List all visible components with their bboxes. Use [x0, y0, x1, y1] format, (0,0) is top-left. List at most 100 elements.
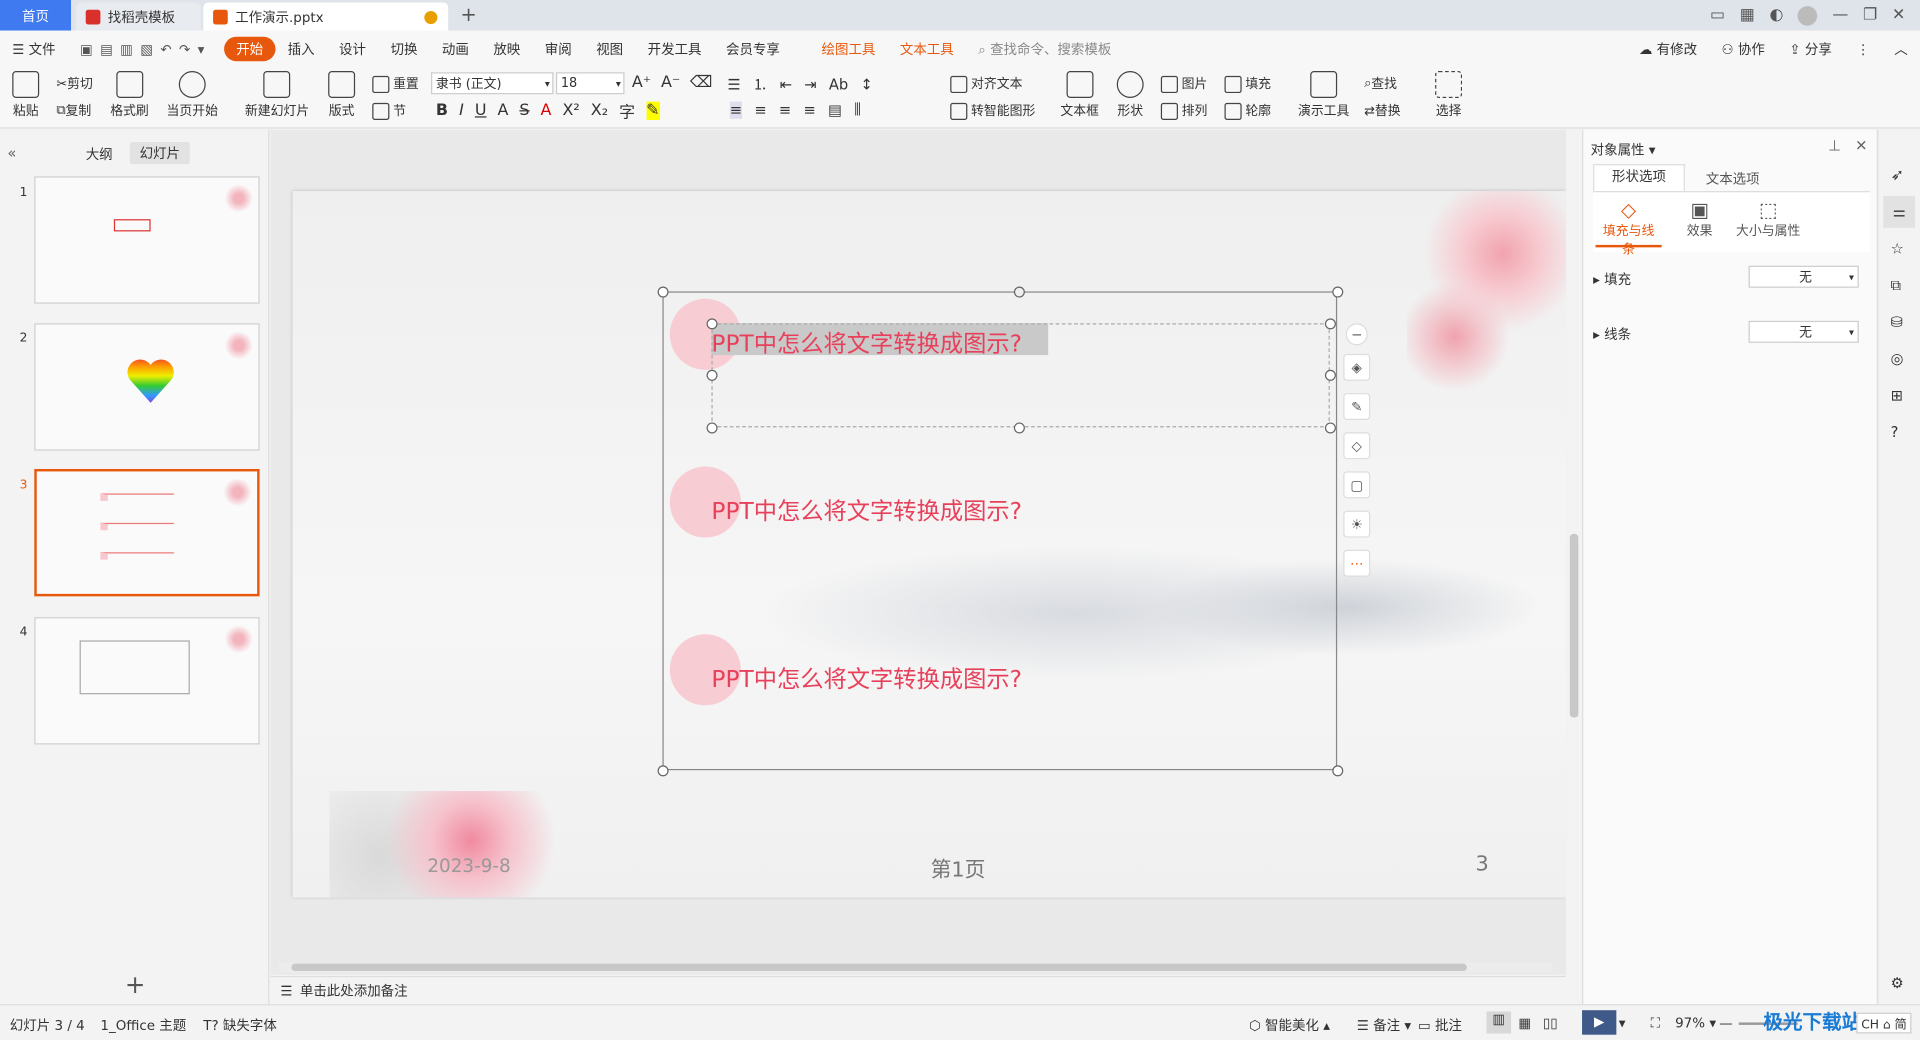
section-button[interactable]: 节 — [372, 102, 406, 120]
resize-handle[interactable] — [1324, 369, 1336, 381]
char-spacing-icon[interactable]: 字 — [619, 99, 635, 122]
subtab-fill-line[interactable]: ◇ 填充与线条 — [1598, 198, 1659, 258]
reading-view-icon[interactable]: ▯▯ — [1543, 1015, 1558, 1031]
collab-button[interactable]: ⚇ 协作 — [1709, 39, 1777, 59]
arrange-button[interactable]: 排列 — [1160, 102, 1207, 120]
find-button[interactable]: ⌕ 查找 — [1364, 75, 1397, 93]
more-options-icon[interactable]: ⋯ — [1343, 549, 1371, 577]
align-text-button[interactable]: 对齐文本 — [950, 75, 1022, 93]
help-icon[interactable]: ? — [1891, 424, 1899, 441]
menu-drawing-tools[interactable]: 绘图工具 — [809, 39, 887, 59]
fill-select[interactable]: 无 ▾ — [1748, 265, 1859, 288]
frame-icon[interactable]: ▢ — [1343, 471, 1371, 499]
resize-handle[interactable] — [1324, 318, 1336, 330]
slide-thumbnail-1[interactable] — [34, 176, 260, 304]
rocket-icon[interactable]: ➶ — [1891, 167, 1904, 185]
menu-animation[interactable]: 动画 — [430, 39, 481, 59]
menu-start[interactable]: 开始 — [223, 36, 276, 62]
new-slide-button[interactable]: 新建幻灯片 — [245, 71, 309, 120]
clear-format-icon[interactable]: ⌫ — [690, 73, 713, 91]
smart-beautify-button[interactable]: ⬡ 智能美化 ▴ — [1249, 1015, 1330, 1035]
outdent-icon[interactable]: ⇤ — [780, 75, 792, 92]
settings-icon[interactable]: ⚙ — [1891, 975, 1904, 992]
shadow-icon[interactable]: A — [497, 102, 508, 120]
command-search[interactable]: ⌕ 查找命令、搜索模板 — [966, 39, 1124, 59]
theme-name[interactable]: 1_Office 主题 — [100, 1015, 186, 1035]
layout-button[interactable]: 版式 — [328, 71, 356, 120]
restore-icon[interactable]: ❐ — [1863, 6, 1877, 24]
tab-template[interactable]: 找稻壳模板 — [75, 2, 201, 31]
resize-handle[interactable] — [1332, 286, 1344, 298]
play-from-current-button[interactable]: 当页开始 — [167, 71, 218, 120]
resize-handle[interactable] — [706, 318, 718, 330]
tab-shape-options[interactable]: 形状选项 — [1593, 164, 1685, 192]
notes-toggle-button[interactable]: ☰ 备注 ▾ — [1357, 1015, 1411, 1035]
column-icon[interactable]: ⫼ — [854, 100, 861, 118]
resize-handle[interactable] — [1324, 422, 1336, 434]
resize-handle[interactable] — [706, 422, 718, 434]
pen-icon[interactable]: ✎ — [1343, 393, 1371, 421]
cut-button[interactable]: ✂ 剪切 — [56, 75, 93, 93]
properties-icon[interactable]: ⚌ — [1883, 195, 1916, 228]
resize-handle[interactable] — [706, 369, 718, 381]
italic-icon[interactable]: I — [459, 102, 464, 120]
format-painter-button[interactable]: 格式刷 — [110, 71, 149, 120]
justify-icon[interactable]: ≡ — [804, 101, 816, 118]
tab-slides[interactable]: 幻灯片 — [129, 142, 190, 165]
fill-section[interactable]: ▸ 填充 — [1593, 269, 1631, 289]
outline-button[interactable]: 轮廓 — [1224, 102, 1271, 120]
modified-button[interactable]: ☁ 有修改 — [1627, 39, 1710, 59]
resize-handle[interactable] — [1332, 765, 1344, 777]
more-icon[interactable]: ⋮ — [1844, 41, 1882, 57]
font-color-icon[interactable]: A — [541, 102, 552, 120]
shrink-font-icon[interactable]: A⁻ — [661, 73, 680, 91]
vertical-scrollbar[interactable] — [1566, 129, 1583, 975]
menu-slideshow[interactable]: 放映 — [481, 39, 532, 59]
menu-text-tools[interactable]: 文本工具 — [888, 39, 966, 59]
missing-font-button[interactable]: T? 缺失字体 — [203, 1015, 277, 1035]
line-spacing-icon[interactable]: ↕ — [860, 75, 872, 92]
compass-icon[interactable]: ◎ — [1891, 350, 1904, 367]
menu-review[interactable]: 审阅 — [533, 39, 584, 59]
minimize-icon[interactable]: — — [1832, 6, 1848, 24]
bold-icon[interactable]: B — [436, 102, 448, 120]
comment-button[interactable]: ▭ 批注 — [1418, 1015, 1462, 1035]
menu-developer[interactable]: 开发工具 — [635, 39, 713, 59]
fit-window-icon[interactable]: ⛶ — [1651, 1015, 1660, 1032]
close-icon[interactable]: ✕ — [1892, 6, 1905, 24]
add-slide-button[interactable]: + — [125, 970, 146, 999]
menu-design[interactable]: 设计 — [327, 39, 378, 59]
pin-icon[interactable]: ⊥ — [1828, 137, 1841, 154]
collapse-pane-icon[interactable]: « — [7, 144, 16, 161]
menu-insert[interactable]: 插入 — [275, 39, 326, 59]
subtab-effect[interactable]: ▣ 效果 — [1681, 198, 1718, 240]
layers-icon[interactable]: ◈ — [1343, 353, 1371, 381]
select-button[interactable]: 选择 — [1435, 71, 1463, 120]
rotate-handle-icon[interactable] — [1013, 286, 1025, 298]
book-icon[interactable]: ⊞ — [1891, 387, 1903, 404]
grow-font-icon[interactable]: A⁺ — [632, 73, 651, 91]
distribute-icon[interactable]: ▤ — [828, 101, 842, 118]
highlight-icon[interactable]: ✎ — [646, 101, 660, 121]
play-options-icon[interactable]: ▾ — [1619, 1015, 1626, 1031]
normal-view-icon[interactable]: ▥ — [1486, 1011, 1512, 1034]
tab-document[interactable]: 工作演示.pptx ● — [203, 2, 449, 31]
align-right-icon[interactable]: ≡ — [779, 101, 791, 118]
collapse-ribbon-icon[interactable]: ︿ — [1882, 39, 1920, 59]
strikethrough-icon[interactable]: S — [519, 102, 529, 120]
horizontal-scrollbar[interactable] — [279, 962, 1553, 973]
tab-home[interactable]: 首页 — [0, 0, 72, 31]
shape-button[interactable]: 形状 — [1116, 71, 1144, 120]
play-slideshow-icon[interactable]: ▶ — [1582, 1010, 1617, 1035]
replace-button[interactable]: ⇄ 替换 — [1364, 102, 1401, 120]
menu-transition[interactable]: 切换 — [378, 39, 429, 59]
notes-bar[interactable]: ☰ 单击此处添加备注 — [270, 975, 1567, 1005]
share-button[interactable]: ⇪ 分享 — [1777, 39, 1844, 59]
smartart-button[interactable]: 转智能图形 — [950, 102, 1035, 120]
animation-icon[interactable]: ☆ — [1891, 240, 1904, 257]
resize-handle[interactable] — [1013, 422, 1025, 434]
textbox-selection-box[interactable] — [711, 323, 1330, 428]
apps-grid-icon[interactable]: ▦ — [1740, 6, 1755, 24]
slide-thumbnail-4[interactable] — [34, 617, 260, 745]
copy-button[interactable]: ⧉ 复制 — [56, 102, 91, 120]
